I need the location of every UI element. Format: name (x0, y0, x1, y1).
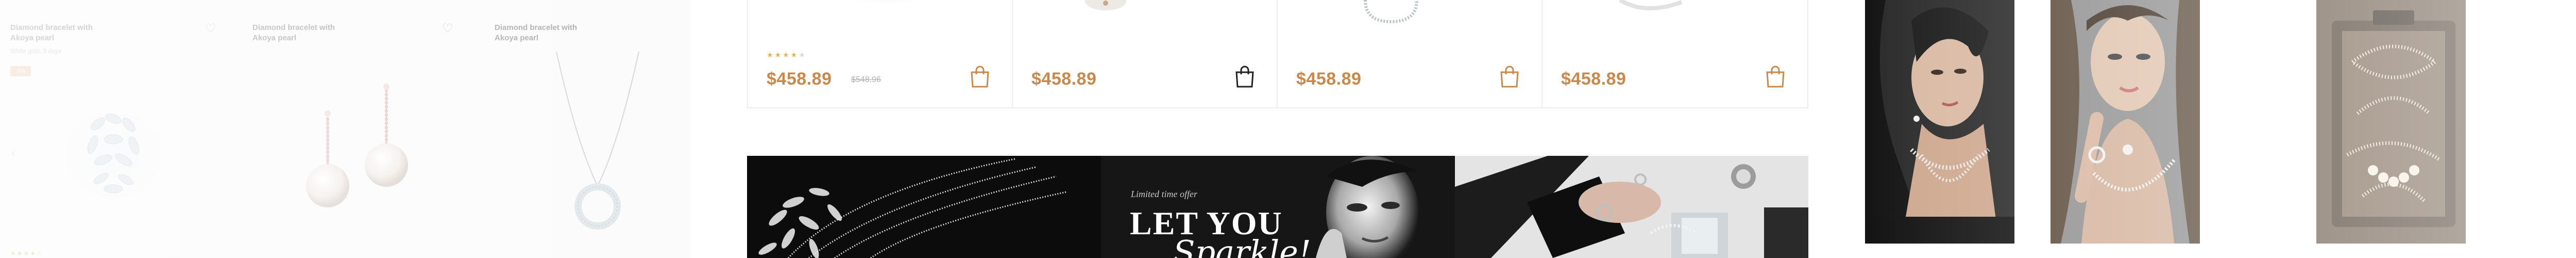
product-price: $458.89 (1296, 69, 1362, 89)
heart-icon[interactable]: ♡ (442, 23, 453, 35)
shopping-bag-icon[interactable] (1764, 64, 1787, 89)
product-card[interactable]: ★★★★★ $458.89 $548.96 (748, 0, 1013, 107)
shopping-bag-icon[interactable] (1498, 64, 1521, 89)
heart-icon[interactable]: ♡ (205, 23, 216, 35)
rating-stars: ★★★★☆ (10, 250, 43, 257)
left-product-grid: Diamond bracelet with Akoya pearl ♡ Whit… (0, 0, 690, 258)
banner-accessories-image (1455, 156, 1808, 258)
product-name[interactable]: Diamond bracelet with Akoya pearl (252, 23, 355, 43)
product-card[interactable]: Diamond bracelet with Akoya pearl ♡ (242, 0, 474, 258)
product-card[interactable]: Diamond bracelet with Akoya pearl ♡ Whit… (0, 0, 232, 258)
chevron-left-icon[interactable]: ‹ (11, 148, 15, 159)
product-image[interactable] (748, 0, 1012, 41)
discount-badge: -5% (10, 66, 31, 76)
page: Diamond bracelet with Akoya pearl ♡ Whit… (0, 0, 2576, 258)
banner-offer-panel: Limited time offer LET YOU Sparkle! (1101, 156, 1455, 258)
gallery-image-model-2[interactable] (2050, 0, 2200, 244)
product-old-price: $548.96 (851, 75, 881, 84)
product-image[interactable] (1278, 0, 1541, 41)
product-card[interactable]: Diamond bracelet with Akoya pearl ♡ (484, 0, 690, 258)
pendant-necklace-image[interactable] (546, 52, 649, 237)
banner-necklace-image (747, 156, 1101, 258)
gallery-image-model-1[interactable] (1865, 0, 2014, 244)
product-row: ★★★★★ $458.89 $548.96 $458.89 $458.89 $4… (747, 0, 1808, 108)
product-subtitle: White gold, 3 days (10, 47, 61, 55)
gallery-image-jewelry-box[interactable] (2316, 0, 2466, 244)
promo-banner[interactable]: Limited time offer LET YOU Sparkle! (747, 156, 1808, 258)
shopping-bag-icon[interactable] (969, 64, 991, 89)
product-name[interactable]: Diamond bracelet with Akoya pearl (495, 23, 598, 43)
product-card[interactable]: $458.89 (1278, 0, 1543, 107)
right-gallery (1865, 0, 2576, 258)
product-image[interactable] (1543, 0, 1807, 41)
product-price: $458.89 (1031, 69, 1097, 89)
main-content: ★★★★★ $458.89 $548.96 $458.89 $458.89 $4… (690, 0, 1865, 258)
product-image[interactable] (1013, 0, 1277, 41)
bracelet-image[interactable] (52, 88, 175, 212)
product-price: $458.89 (1561, 69, 1626, 89)
product-price: $458.89 (767, 69, 832, 89)
product-card[interactable]: $458.89 (1543, 0, 1807, 107)
pearl-earrings-image[interactable] (294, 83, 417, 217)
shopping-bag-icon[interactable] (1233, 64, 1256, 89)
banner-script-title: Sparkle! (1173, 233, 1311, 258)
rating-stars: ★★★★★ (767, 51, 807, 59)
product-card[interactable]: $458.89 (1013, 0, 1278, 107)
product-name[interactable]: Diamond bracelet with Akoya pearl (10, 23, 113, 43)
banner-kicker: Limited time offer (1131, 189, 1197, 199)
